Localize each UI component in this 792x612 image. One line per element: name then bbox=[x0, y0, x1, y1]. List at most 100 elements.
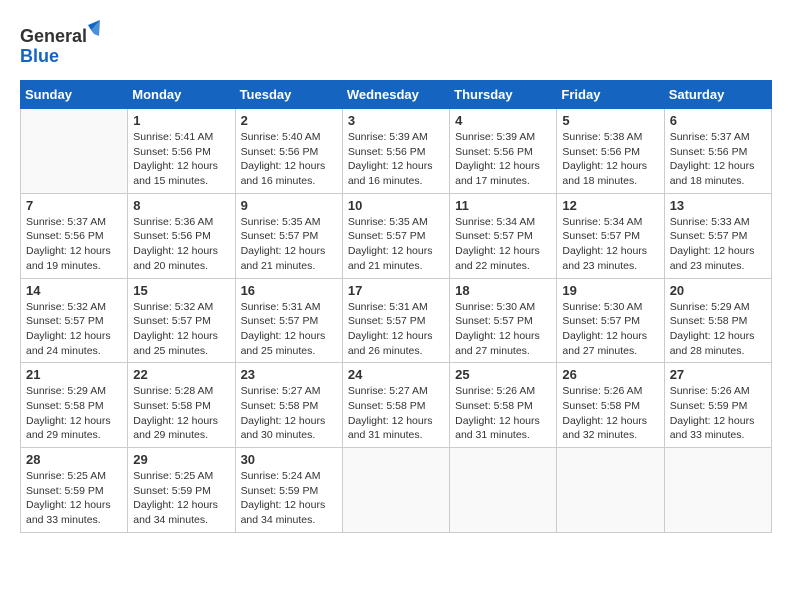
day-number: 23 bbox=[241, 367, 337, 382]
calendar-cell: 22 Sunrise: 5:28 AMSunset: 5:58 PMDayligh… bbox=[128, 363, 235, 448]
day-info: Sunrise: 5:30 AMSunset: 5:57 PMDaylight:… bbox=[562, 300, 658, 359]
calendar-cell bbox=[450, 448, 557, 533]
day-info: Sunrise: 5:35 AMSunset: 5:57 PMDaylight:… bbox=[348, 215, 444, 274]
day-number: 15 bbox=[133, 283, 229, 298]
calendar-cell: 15 Sunrise: 5:32 AMSunset: 5:57 PMDayligh… bbox=[128, 278, 235, 363]
day-info: Sunrise: 5:32 AMSunset: 5:57 PMDaylight:… bbox=[133, 300, 229, 359]
calendar-cell: 17 Sunrise: 5:31 AMSunset: 5:57 PMDayligh… bbox=[342, 278, 449, 363]
calendar-header-tuesday: Tuesday bbox=[235, 81, 342, 109]
day-info: Sunrise: 5:37 AMSunset: 5:56 PMDaylight:… bbox=[26, 215, 122, 274]
day-number: 19 bbox=[562, 283, 658, 298]
calendar-header-row: SundayMondayTuesdayWednesdayThursdayFrid… bbox=[21, 81, 772, 109]
logo-svg: GeneralBlue bbox=[20, 20, 100, 70]
day-info: Sunrise: 5:38 AMSunset: 5:56 PMDaylight:… bbox=[562, 130, 658, 189]
day-number: 13 bbox=[670, 198, 766, 213]
calendar-cell: 25Sunrise: 5:26 AMSunset: 5:58 PMDayligh… bbox=[450, 363, 557, 448]
day-number: 1 bbox=[133, 113, 229, 128]
day-number: 5 bbox=[562, 113, 658, 128]
calendar-cell bbox=[664, 448, 771, 533]
day-info: Sunrise: 5:24 AMSunset: 5:59 PMDaylight:… bbox=[241, 469, 337, 528]
day-info: Sunrise: 5:27 AMSunset: 5:58 PMDaylight:… bbox=[241, 384, 337, 443]
day-number: 12 bbox=[562, 198, 658, 213]
calendar-cell: 5 Sunrise: 5:38 AMSunset: 5:56 PMDaylight… bbox=[557, 109, 664, 194]
calendar-cell: 1 Sunrise: 5:41 AMSunset: 5:56 PMDaylight… bbox=[128, 109, 235, 194]
day-info: Sunrise: 5:33 AMSunset: 5:57 PMDaylight:… bbox=[670, 215, 766, 274]
day-info: Sunrise: 5:27 AMSunset: 5:58 PMDaylight:… bbox=[348, 384, 444, 443]
day-info: Sunrise: 5:28 AMSunset: 5:58 PMDaylight:… bbox=[133, 384, 229, 443]
day-number: 10 bbox=[348, 198, 444, 213]
calendar-cell: 18 Sunrise: 5:30 AMSunset: 5:57 PMDayligh… bbox=[450, 278, 557, 363]
day-info: Sunrise: 5:34 AMSunset: 5:57 PMDaylight:… bbox=[455, 215, 551, 274]
calendar-cell: 8 Sunrise: 5:36 AMSunset: 5:56 PMDaylight… bbox=[128, 193, 235, 278]
calendar-week-3: 14Sunrise: 5:32 AMSunset: 5:57 PMDayligh… bbox=[21, 278, 772, 363]
calendar-cell bbox=[342, 448, 449, 533]
day-info: Sunrise: 5:31 AMSunset: 5:57 PMDaylight:… bbox=[348, 300, 444, 359]
day-number: 22 bbox=[133, 367, 229, 382]
day-info: Sunrise: 5:31 AMSunset: 5:57 PMDaylight:… bbox=[241, 300, 337, 359]
calendar-cell: 2Sunrise: 5:40 AMSunset: 5:56 PMDaylight… bbox=[235, 109, 342, 194]
day-info: Sunrise: 5:25 AMSunset: 5:59 PMDaylight:… bbox=[133, 469, 229, 528]
calendar-cell: 9Sunrise: 5:35 AMSunset: 5:57 PMDaylight… bbox=[235, 193, 342, 278]
day-number: 17 bbox=[348, 283, 444, 298]
day-info: Sunrise: 5:36 AMSunset: 5:56 PMDaylight:… bbox=[133, 215, 229, 274]
day-number: 27 bbox=[670, 367, 766, 382]
day-info: Sunrise: 5:30 AMSunset: 5:57 PMDaylight:… bbox=[455, 300, 551, 359]
calendar-cell: 21 Sunrise: 5:29 AMSunset: 5:58 PMDayligh… bbox=[21, 363, 128, 448]
day-info: Sunrise: 5:39 AMSunset: 5:56 PMDaylight:… bbox=[455, 130, 551, 189]
day-info: Sunrise: 5:26 AMSunset: 5:59 PMDaylight:… bbox=[670, 384, 766, 443]
day-info: Sunrise: 5:39 AMSunset: 5:56 PMDaylight:… bbox=[348, 130, 444, 189]
calendar-cell: 7 Sunrise: 5:37 AMSunset: 5:56 PMDaylight… bbox=[21, 193, 128, 278]
day-number: 8 bbox=[133, 198, 229, 213]
calendar-cell: 24 Sunrise: 5:27 AMSunset: 5:58 PMDayligh… bbox=[342, 363, 449, 448]
calendar-cell bbox=[557, 448, 664, 533]
day-number: 24 bbox=[348, 367, 444, 382]
calendar-cell: 10 Sunrise: 5:35 AMSunset: 5:57 PMDayligh… bbox=[342, 193, 449, 278]
day-info: Sunrise: 5:40 AMSunset: 5:56 PMDaylight:… bbox=[241, 130, 337, 189]
calendar-cell: 14Sunrise: 5:32 AMSunset: 5:57 PMDayligh… bbox=[21, 278, 128, 363]
day-number: 28 bbox=[26, 452, 122, 467]
calendar-week-2: 7 Sunrise: 5:37 AMSunset: 5:56 PMDaylight… bbox=[21, 193, 772, 278]
calendar-cell: 30 Sunrise: 5:24 AMSunset: 5:59 PMDayligh… bbox=[235, 448, 342, 533]
day-number: 26 bbox=[562, 367, 658, 382]
calendar-cell: 13 Sunrise: 5:33 AMSunset: 5:57 PMDayligh… bbox=[664, 193, 771, 278]
day-info: Sunrise: 5:26 AMSunset: 5:58 PMDaylight:… bbox=[455, 384, 551, 443]
day-info: Sunrise: 5:37 AMSunset: 5:56 PMDaylight:… bbox=[670, 130, 766, 189]
calendar-week-5: 28 Sunrise: 5:25 AMSunset: 5:59 PMDayligh… bbox=[21, 448, 772, 533]
day-number: 21 bbox=[26, 367, 122, 382]
calendar-header-wednesday: Wednesday bbox=[342, 81, 449, 109]
day-info: Sunrise: 5:34 AMSunset: 5:57 PMDaylight:… bbox=[562, 215, 658, 274]
calendar-cell: 6 Sunrise: 5:37 AMSunset: 5:56 PMDaylight… bbox=[664, 109, 771, 194]
calendar-week-4: 21 Sunrise: 5:29 AMSunset: 5:58 PMDayligh… bbox=[21, 363, 772, 448]
calendar-cell: 4 Sunrise: 5:39 AMSunset: 5:56 PMDaylight… bbox=[450, 109, 557, 194]
calendar-cell: 27 Sunrise: 5:26 AMSunset: 5:59 PMDayligh… bbox=[664, 363, 771, 448]
calendar-cell: 12 Sunrise: 5:34 AMSunset: 5:57 PMDayligh… bbox=[557, 193, 664, 278]
calendar-cell: 29Sunrise: 5:25 AMSunset: 5:59 PMDayligh… bbox=[128, 448, 235, 533]
day-info: Sunrise: 5:29 AMSunset: 5:58 PMDaylight:… bbox=[670, 300, 766, 359]
day-info: Sunrise: 5:25 AMSunset: 5:59 PMDaylight:… bbox=[26, 469, 122, 528]
day-number: 3 bbox=[348, 113, 444, 128]
calendar-cell: 3 Sunrise: 5:39 AMSunset: 5:56 PMDaylight… bbox=[342, 109, 449, 194]
calendar-header-sunday: Sunday bbox=[21, 81, 128, 109]
day-number: 9 bbox=[241, 198, 337, 213]
calendar-cell: 23 Sunrise: 5:27 AMSunset: 5:58 PMDayligh… bbox=[235, 363, 342, 448]
day-number: 4 bbox=[455, 113, 551, 128]
day-info: Sunrise: 5:29 AMSunset: 5:58 PMDaylight:… bbox=[26, 384, 122, 443]
day-info: Sunrise: 5:32 AMSunset: 5:57 PMDaylight:… bbox=[26, 300, 122, 359]
day-number: 30 bbox=[241, 452, 337, 467]
day-number: 20 bbox=[670, 283, 766, 298]
day-number: 11 bbox=[455, 198, 551, 213]
svg-text:General: General bbox=[20, 26, 87, 46]
day-number: 6 bbox=[670, 113, 766, 128]
calendar-header-thursday: Thursday bbox=[450, 81, 557, 109]
calendar-header-friday: Friday bbox=[557, 81, 664, 109]
header: GeneralBlue bbox=[20, 20, 772, 70]
calendar-week-1: 1 Sunrise: 5:41 AMSunset: 5:56 PMDaylight… bbox=[21, 109, 772, 194]
day-info: Sunrise: 5:26 AMSunset: 5:58 PMDaylight:… bbox=[562, 384, 658, 443]
calendar-table: SundayMondayTuesdayWednesdayThursdayFrid… bbox=[20, 80, 772, 533]
day-number: 16 bbox=[241, 283, 337, 298]
day-info: Sunrise: 5:41 AMSunset: 5:56 PMDaylight:… bbox=[133, 130, 229, 189]
calendar-header-saturday: Saturday bbox=[664, 81, 771, 109]
day-number: 7 bbox=[26, 198, 122, 213]
calendar-cell: 19 Sunrise: 5:30 AMSunset: 5:57 PMDayligh… bbox=[557, 278, 664, 363]
day-number: 18 bbox=[455, 283, 551, 298]
